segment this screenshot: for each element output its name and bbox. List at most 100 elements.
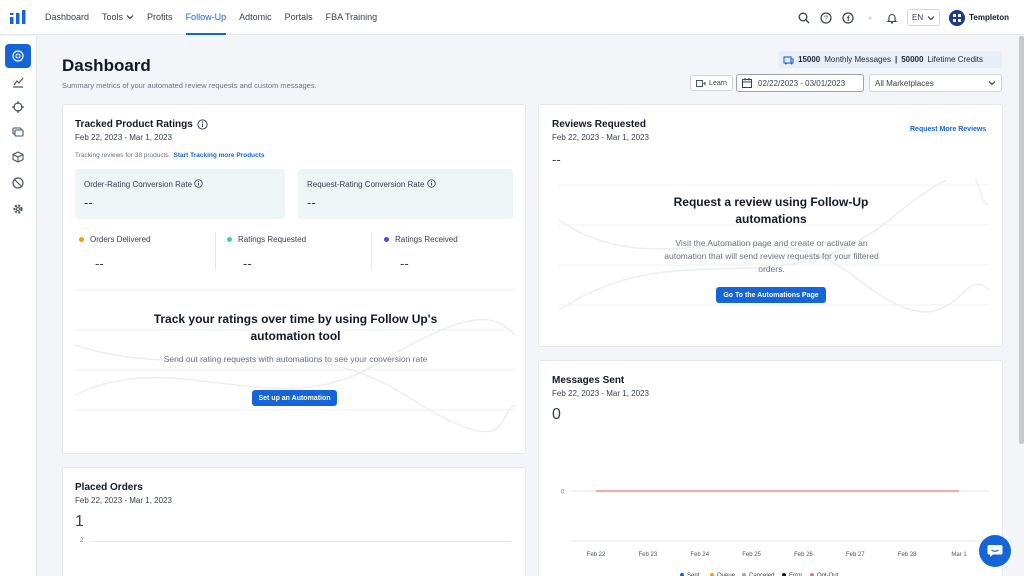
messages-sent-title: Messages Sent [552,375,625,386]
page-subtitle: Summary metrics of your automated review… [62,81,317,90]
user-menu[interactable]: Templeton [949,9,1009,26]
go-to-automations-button[interactable]: Go To the Automations Page [716,287,826,303]
chevron-down-icon [126,15,134,20]
reviews-empty-text: Visit the Automation page and create or … [664,238,879,274]
block-icon [12,177,24,189]
sidebar-item-products[interactable] [5,145,31,169]
credits-summary: 15000 Monthly Messages | 50000 Lifetime … [779,51,1002,68]
nav-item-label: Dashboard [45,12,90,22]
chat-bubble-icon [987,545,1003,557]
gear-icon [13,204,23,214]
learn-label: Learn [709,79,727,87]
reviews-requested-card: Reviews Requested Feb 22, 2023 - Mar 1, … [538,104,1003,347]
nav-item-label: Portals [284,12,313,22]
tracked-ratings-date: Feb 22, 2023 - Mar 1, 2023 [75,133,172,142]
stat-ratings-requested: Ratings Requested -- [227,235,306,271]
sidebar-item-analytics[interactable] [5,70,31,94]
request-rating-label-row: Request-Rating Conversion Rate [307,179,436,189]
reviews-requested-title: Reviews Requested [552,119,646,130]
search-icon[interactable] [797,11,810,24]
x-tick-label: Feb 27 [846,552,865,558]
reviews-requested-date: Feb 22, 2023 - Mar 1, 2023 [552,133,649,142]
reviews-requested-value: -- [552,152,561,167]
set-up-automation-button[interactable]: Set up an Automation [252,390,337,406]
sidebar-item-targeting[interactable] [5,95,31,119]
app-logo-icon[interactable] [10,10,26,24]
calendar-icon [742,78,752,88]
order-rating-label-row: Order-Rating Conversion Rate [84,179,203,189]
placed-orders-title: Placed Orders [75,482,143,493]
x-tick-label: Feb 26 [794,552,813,558]
info-icon[interactable] [197,119,208,130]
nav-item-adtomic[interactable]: Adtomic [239,0,272,35]
messages-sent-value: 0 [552,406,561,423]
tracked-empty-title: Track your ratings over time by using Fo… [153,312,438,343]
nav-item-label: Tools [102,12,124,22]
info-icon[interactable] [426,179,436,188]
x-tick-label: Feb 22 [587,552,606,558]
sidebar-item-messages[interactable] [5,120,31,144]
order-rating-label: Order-Rating Conversion Rate [84,180,193,189]
help-icon[interactable]: ? [819,11,832,24]
tracking-info: Tracking reviews for 38 products Start T… [75,152,265,159]
sidebar-item-settings[interactable] [5,197,31,221]
nav-item-fba-training[interactable]: FBA Training [326,0,378,35]
tracked-empty-text: Send out rating requests with automation… [163,354,428,364]
ratings-received-value: -- [400,256,409,271]
car-icon [783,55,794,64]
orders-delivered-dot [79,237,84,242]
nav-item-profits[interactable]: Profits [147,0,173,35]
ratings-received-dot [384,237,389,242]
chart-icon [13,77,24,88]
facebook-icon[interactable]: f [841,11,854,24]
nav-item-follow-up[interactable]: Follow-Up [185,0,227,35]
learn-button[interactable]: Learn [690,75,733,91]
messages-icon [12,127,24,137]
placed-orders-date: Feb 22, 2023 - Mar 1, 2023 [75,496,172,505]
notification-bell-icon[interactable] [885,11,898,24]
tracked-ratings-header: Tracked Product Ratings [75,119,208,130]
main-nav: Dashboard Tools Profits Follow-Up Adtomic Por… [45,0,377,35]
nav-item-tools[interactable]: Tools [102,0,134,35]
request-more-reviews-link[interactable]: Request More Reviews [910,126,986,133]
user-name: Templeton [969,13,1009,22]
placed-orders-gridline [91,541,511,542]
separator-dot-icon [863,11,876,24]
date-range-picker[interactable]: 02/22/2023 - 03/01/2023 [736,74,864,92]
video-icon [696,79,706,87]
request-rating-label: Request-Rating Conversion Rate [307,180,425,189]
nav-item-portals[interactable]: Portals [285,0,313,35]
tracked-stats-row: Orders Delivered -- Ratings Requested --… [75,232,515,275]
monthly-messages-label: Monthly Messages [824,55,891,64]
messages-sent-chart: 0 Feb 22 Feb 23 Feb 24 Feb 25 Feb 26 Feb 27 Feb… [561,490,989,576]
x-tick-label: Feb 25 [742,552,761,558]
sidebar-item-blocklist[interactable] [5,171,31,195]
page-scrollbar[interactable] [1019,36,1024,444]
placed-orders-value: 1 [75,513,84,530]
ratings-requested-value: -- [243,256,252,271]
chat-support-button[interactable] [979,535,1011,567]
ratings-requested-dot [227,237,232,242]
lifetime-credits-value: 50000 [901,55,924,64]
order-rating-metric: Order-Rating Conversion Rate -- [75,169,285,219]
nav-item-label: Adtomic [239,12,272,22]
lifetime-credits-label: Lifetime Credits [927,55,984,64]
placed-orders-card: Placed Orders Feb 22, 2023 - Mar 1, 2023… [62,467,526,576]
stat-ratings-received: Ratings Received -- [384,235,458,271]
x-tick-label: Feb 24 [690,552,709,558]
target-icon [12,101,24,113]
info-icon[interactable] [194,179,203,188]
top-navigation-bar: Dashboard Tools Profits Follow-Up Adtomic Por… [0,0,1024,35]
placed-orders-y-tick: 2 [80,538,84,544]
marketplace-select[interactable]: All Marketplaces [869,74,1002,92]
page-title: Dashboard [62,56,151,75]
sidebar-item-dashboard[interactable] [5,44,31,68]
nav-item-dashboard[interactable]: Dashboard [45,0,89,35]
messages-sent-card: Messages Sent Feb 22, 2023 - Mar 1, 2023… [538,360,1003,576]
ratings-received-label: Ratings Received [395,235,458,244]
start-tracking-link[interactable]: Start Tracking more Products [174,152,265,159]
tracking-count-text: Tracking reviews for 38 products [75,152,169,159]
language-selector[interactable]: EN [907,9,941,26]
orders-delivered-value: -- [95,256,104,271]
box-icon [12,151,24,163]
